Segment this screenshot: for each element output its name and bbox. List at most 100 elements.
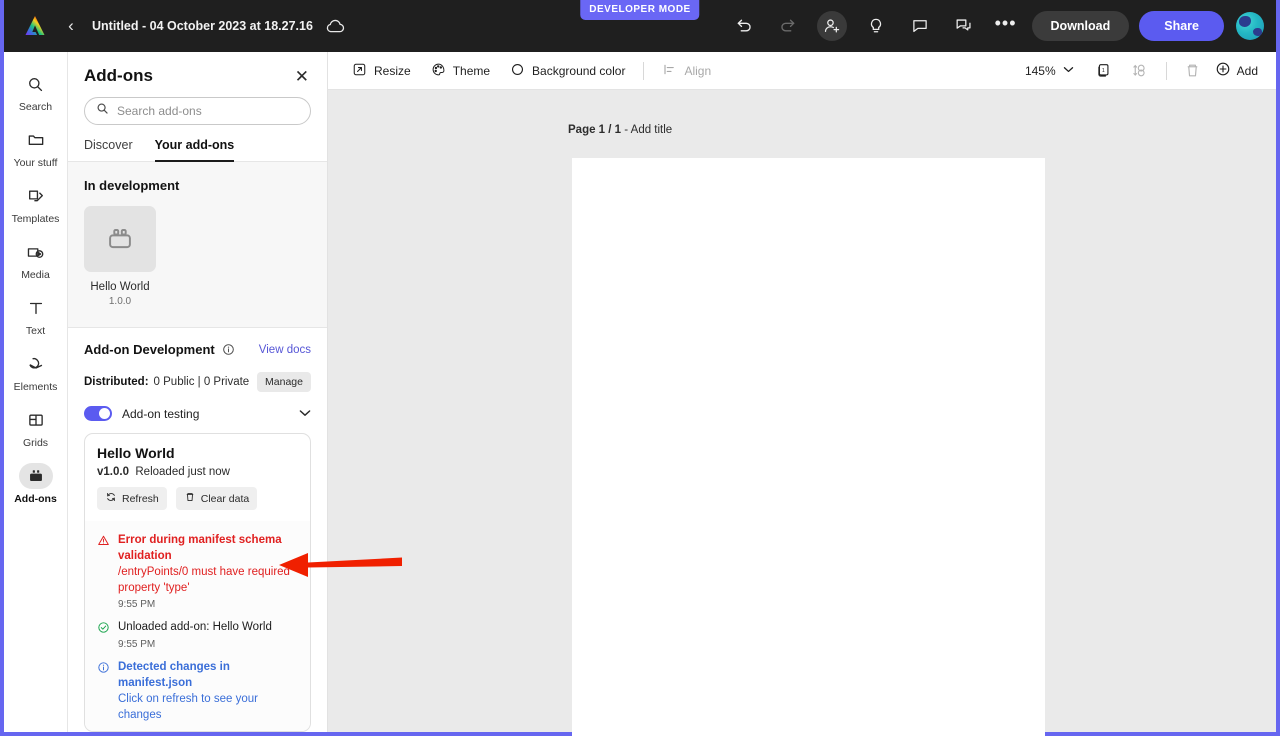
addon-card-hello-world[interactable]: Hello World 1.0.0 [84,206,156,307]
back-button[interactable]: ‹ [58,13,84,39]
media-icon [19,239,53,265]
refresh-icon [105,491,117,506]
add-on-testing-row: Add-on testing [84,406,311,421]
avatar[interactable] [1236,12,1264,40]
sidebar-item-text[interactable]: Text [8,288,64,342]
log-entry: Unloaded add-on: Hello World 9:55 PM [97,610,298,650]
search-wrapper [68,87,327,125]
sidebar-label: Search [19,101,52,113]
background-color-button[interactable]: Background color [500,57,635,85]
comment-icon[interactable] [905,11,935,41]
sidebar-item-search[interactable]: Search [8,64,64,118]
add-label: Add [1237,64,1258,78]
pages-icon[interactable]: 1 [1091,58,1117,84]
test-addon-name: Hello World [97,445,298,461]
add-ons-panel: Add-ons ✕ Discover Your add-ons In devel… [68,52,328,732]
developer-mode-badge: DEVELOPER MODE [580,0,699,20]
close-icon[interactable]: ✕ [293,66,311,87]
more-options-icon[interactable]: ••• [995,18,1017,34]
chevron-down-icon[interactable] [1063,65,1074,76]
svg-text:1: 1 [1102,68,1105,74]
log-entry: Error during manifest schema validation … [97,523,298,610]
search-box[interactable] [84,97,311,125]
view-docs-link[interactable]: View docs [259,344,311,356]
sidebar-item-your-stuff[interactable]: Your stuff [8,120,64,174]
addon-name: Hello World [84,281,156,293]
search-icon [96,102,109,120]
addons-icon [19,463,53,489]
sidebar-label: Elements [14,381,58,393]
distributed-row: Distributed: 0 Public | 0 Private Manage [84,372,311,392]
toolbar-divider [643,62,644,80]
document-page-canvas[interactable] [572,158,1045,736]
log-entry: Detected changes in manifest.json Click … [97,650,298,723]
addon-version: 1.0.0 [84,296,156,307]
test-addon-status: v1.0.0 Reloaded just now [97,466,298,478]
tab-discover[interactable]: Discover [84,138,133,161]
test-addon-version: v1.0.0 [97,466,129,478]
log-body: Detected changes in manifest.json Click … [118,660,298,723]
lightbulb-icon[interactable] [861,11,891,41]
page-title-placeholder: - Add title [621,124,672,136]
circle-outline-icon [510,62,525,80]
canvas-toolbar: Resize Theme Background [328,52,1276,90]
resize-button[interactable]: Resize [342,57,421,85]
sidebar-item-templates[interactable]: Templates [8,176,64,230]
copy-icon[interactable] [949,11,979,41]
log-message: Error during manifest schema validation [118,533,298,565]
grids-icon [19,407,53,433]
clear-data-button[interactable]: Clear data [176,487,257,510]
share-button[interactable]: Share [1139,11,1224,41]
trash-icon [184,491,196,506]
sidebar-label: Templates [12,213,60,225]
adobe-express-logo-icon[interactable] [18,9,52,43]
undo-icon[interactable] [729,11,759,41]
distributed-value: 0 Public | 0 Private [154,376,250,388]
search-input[interactable] [117,104,299,118]
download-button[interactable]: Download [1032,11,1130,41]
page-label[interactable]: Page 1 / 1 - Add title [568,124,672,136]
add-on-development-section: Add-on Development View docs Distributed… [68,328,327,421]
refresh-button[interactable]: Refresh [97,487,167,510]
elements-icon [19,351,53,377]
log-detail: /entryPoints/0 must have required proper… [118,565,298,597]
page-title: Add-ons [84,66,153,86]
sidebar-label: Your stuff [14,157,58,169]
warning-triangle-icon [97,533,111,610]
log-body: Error during manifest schema validation … [118,533,298,610]
sidebar-item-add-ons[interactable]: Add-ons [8,456,64,510]
app-window: DEVELOPER MODE ‹ Untitled - 04 October 2… [0,0,1280,736]
test-card-buttons: Refresh Clear data [97,487,298,510]
background-color-label: Background color [532,64,625,78]
log-body: Unloaded add-on: Hello World 9:55 PM [118,620,298,650]
theme-button[interactable]: Theme [421,57,500,85]
check-circle-icon [97,620,111,650]
redo-icon[interactable] [773,11,803,41]
trash-icon [1180,58,1206,84]
sidebar-label: Text [26,325,45,337]
panel-tabs: Discover Your add-ons [68,125,327,162]
manage-button[interactable]: Manage [257,372,311,392]
development-heading: Add-on Development [84,342,215,357]
log-time: 9:55 PM [118,599,298,610]
left-rail: Search Your stuff Templates [4,52,68,732]
in-development-section: In development Hello World 1.0.0 [68,162,327,328]
development-header: Add-on Development View docs [84,342,311,357]
palette-icon [431,62,446,80]
sidebar-item-media[interactable]: Media [8,232,64,286]
chevron-down-icon[interactable] [299,408,311,420]
document-title[interactable]: Untitled - 04 October 2023 at 18.27.16 [92,19,313,33]
refresh-label: Refresh [122,493,159,505]
canvas-area: Resize Theme Background [328,52,1276,732]
sidebar-item-elements[interactable]: Elements [8,344,64,398]
info-circle-icon[interactable] [222,343,235,356]
sidebar-item-grids[interactable]: Grids [8,400,64,454]
panel-header: Add-ons ✕ [68,52,327,87]
align-icon [662,62,677,80]
log-time: 9:55 PM [118,639,298,650]
tab-your-add-ons[interactable]: Your add-ons [155,138,235,161]
info-circle-icon [97,660,111,723]
add-button[interactable]: Add [1215,61,1262,80]
add-on-testing-toggle[interactable] [84,406,112,421]
add-person-icon[interactable] [817,11,847,41]
